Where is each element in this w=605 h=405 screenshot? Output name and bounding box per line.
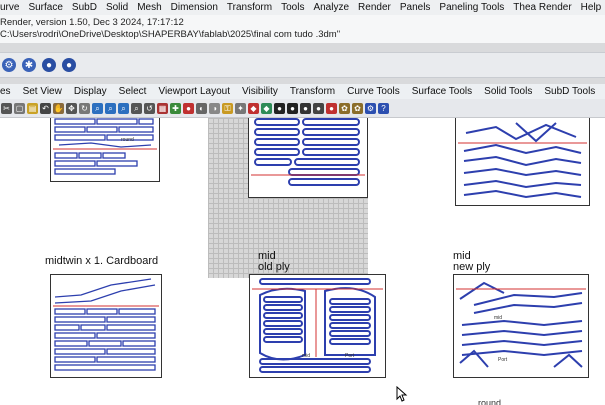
tab-transform[interactable]: Transform — [290, 86, 335, 97]
menu-help[interactable]: Help — [581, 2, 602, 13]
command-icon-bar: ✂ ▢ ▤ ↶ ✋ ✥ ↻ ⌕ ⌕ ⌕ ⌕ ↺ ▦ ✚ ● ◐ ◑ ⚿ ✦ ◆ … — [0, 99, 605, 118]
menu-render[interactable]: Render — [358, 2, 391, 13]
material-icon[interactable]: ● — [313, 102, 324, 114]
sheet-top-left[interactable]: round — [50, 118, 160, 182]
options-icon[interactable]: ⚙ — [365, 102, 376, 114]
tag-mid-right: mid — [494, 315, 502, 321]
environment-icon[interactable]: ✿ — [352, 102, 363, 114]
standard-toolbar: ⚙ ✱ ● ● — [0, 52, 605, 78]
menu-surface[interactable]: Surface — [28, 2, 62, 13]
menu-mesh[interactable]: Mesh — [137, 2, 161, 13]
show-icon[interactable]: ◐ — [196, 102, 207, 114]
label-midtwin-cardboard: midtwin x 1. Cardboard — [45, 255, 159, 267]
hand-pan-icon[interactable]: ✋ — [53, 102, 64, 114]
zoom-window-icon[interactable]: ⌕ — [105, 102, 116, 114]
menu-dimension[interactable]: Dimension — [171, 2, 218, 13]
zoom-icon[interactable]: ⌕ — [92, 102, 103, 114]
help-icon[interactable]: ? — [378, 102, 389, 114]
hide-icon[interactable]: ◑ — [209, 102, 220, 114]
tab-curve-tools[interactable]: Curve Tools — [347, 86, 400, 97]
menu-subd[interactable]: SubD — [72, 2, 97, 13]
tab-display[interactable]: Display — [74, 86, 107, 97]
nested-parts-bottom-middle: mid Port — [252, 278, 383, 373]
sheet-bottom-middle[interactable]: mid Port — [249, 274, 386, 378]
command-history: Render, version 1.50, Dec 3 2024, 17:17:… — [0, 15, 605, 43]
mouse-cursor-icon — [396, 386, 408, 402]
undo-view-icon[interactable]: ↺ — [144, 102, 155, 114]
nested-parts-top-middle — [251, 118, 365, 186]
settings-icon[interactable]: ✱ — [22, 58, 36, 72]
menu-solid[interactable]: Solid — [106, 2, 128, 13]
menu-transform[interactable]: Transform — [227, 2, 272, 13]
layer-icon[interactable]: ◆ — [248, 102, 259, 114]
tag-port-middle: Port — [345, 353, 355, 359]
tab-solid-tools[interactable]: Solid Tools — [484, 86, 532, 97]
group-icon[interactable]: ● — [62, 58, 76, 72]
menu-thea-render[interactable]: Thea Render — [513, 2, 571, 13]
menu-tools[interactable]: Tools — [281, 2, 304, 13]
shaded-icon[interactable]: ● — [287, 102, 298, 114]
tab-set-view[interactable]: Set View — [23, 86, 62, 97]
tag-round: round — [121, 137, 134, 143]
light-icon[interactable]: ✦ — [235, 102, 246, 114]
menu-panels[interactable]: Panels — [400, 2, 431, 13]
wireframe-icon[interactable]: ● — [274, 102, 285, 114]
zoom-extents-icon[interactable]: ⌕ — [118, 102, 129, 114]
lock-icon[interactable]: ⚿ — [222, 102, 233, 114]
tab-es[interactable]: es — [0, 86, 11, 97]
command-history-line-2: C:\Users\rodri\OneDrive\Desktop\SHAPERBA… — [0, 29, 341, 40]
move-icon[interactable]: ✥ — [66, 102, 77, 114]
undo-icon[interactable]: ↶ — [40, 102, 51, 114]
sheet-top-right[interactable] — [455, 118, 590, 206]
toolbar-tabs: es Set View Display Select Viewport Layo… — [0, 84, 605, 99]
nested-parts-bottom-left — [53, 278, 159, 371]
tab-visibility[interactable]: Visibility — [242, 86, 278, 97]
command-history-line-1: Render, version 1.50, Dec 3 2024, 17:17:… — [0, 17, 184, 28]
menu-bar: urve Surface SubD Solid Mesh Dimension T… — [0, 0, 605, 15]
menu-curve[interactable]: urve — [0, 2, 19, 13]
tag-round-bottom: round — [478, 398, 502, 405]
sheet-bottom-left[interactable] — [50, 274, 162, 378]
cut-icon[interactable]: ✂ — [1, 102, 12, 114]
tab-surface-tools[interactable]: Surface Tools — [412, 86, 472, 97]
rotate-view-icon[interactable]: ↻ — [79, 102, 90, 114]
users-icon[interactable]: ● — [42, 58, 56, 72]
tag-mid: mid — [302, 353, 310, 359]
nested-parts-top-right — [458, 122, 587, 199]
label-old-ply: old ply — [258, 261, 290, 273]
render-icon[interactable]: ● — [326, 102, 337, 114]
zoom-selected-icon[interactable]: ⌕ — [131, 102, 142, 114]
paste-icon[interactable]: ▤ — [27, 102, 38, 114]
label-new-ply: new ply — [453, 261, 491, 273]
gear-icon[interactable]: ⚙ — [2, 58, 16, 72]
tab-select[interactable]: Select — [119, 86, 147, 97]
nested-parts-bottom-right: mid Port — [456, 281, 586, 368]
menu-analyze[interactable]: Analyze — [313, 2, 349, 13]
four-view-icon[interactable]: ▦ — [157, 102, 168, 114]
sheet-bottom-right[interactable]: mid Port — [453, 274, 589, 378]
nested-parts-top-left: round — [53, 118, 157, 175]
select-icon[interactable]: ● — [183, 102, 194, 114]
render-settings-icon[interactable]: ✿ — [339, 102, 350, 114]
cplane-icon[interactable]: ✚ — [170, 102, 181, 114]
tab-subd-tools[interactable]: SubD Tools — [544, 86, 595, 97]
tag-port-right: Port — [498, 357, 508, 363]
tab-viewport-layout[interactable]: Viewport Layout — [158, 86, 230, 97]
sheet-top-middle[interactable] — [248, 118, 368, 198]
perspective-viewport[interactable]: round midtwin x 1. Cardboard mid old ply… — [0, 118, 605, 405]
menu-paneling-tools[interactable]: Paneling Tools — [439, 2, 504, 13]
rendered-icon[interactable]: ● — [300, 102, 311, 114]
copy-icon[interactable]: ▢ — [14, 102, 25, 114]
properties-icon[interactable]: ◆ — [261, 102, 272, 114]
